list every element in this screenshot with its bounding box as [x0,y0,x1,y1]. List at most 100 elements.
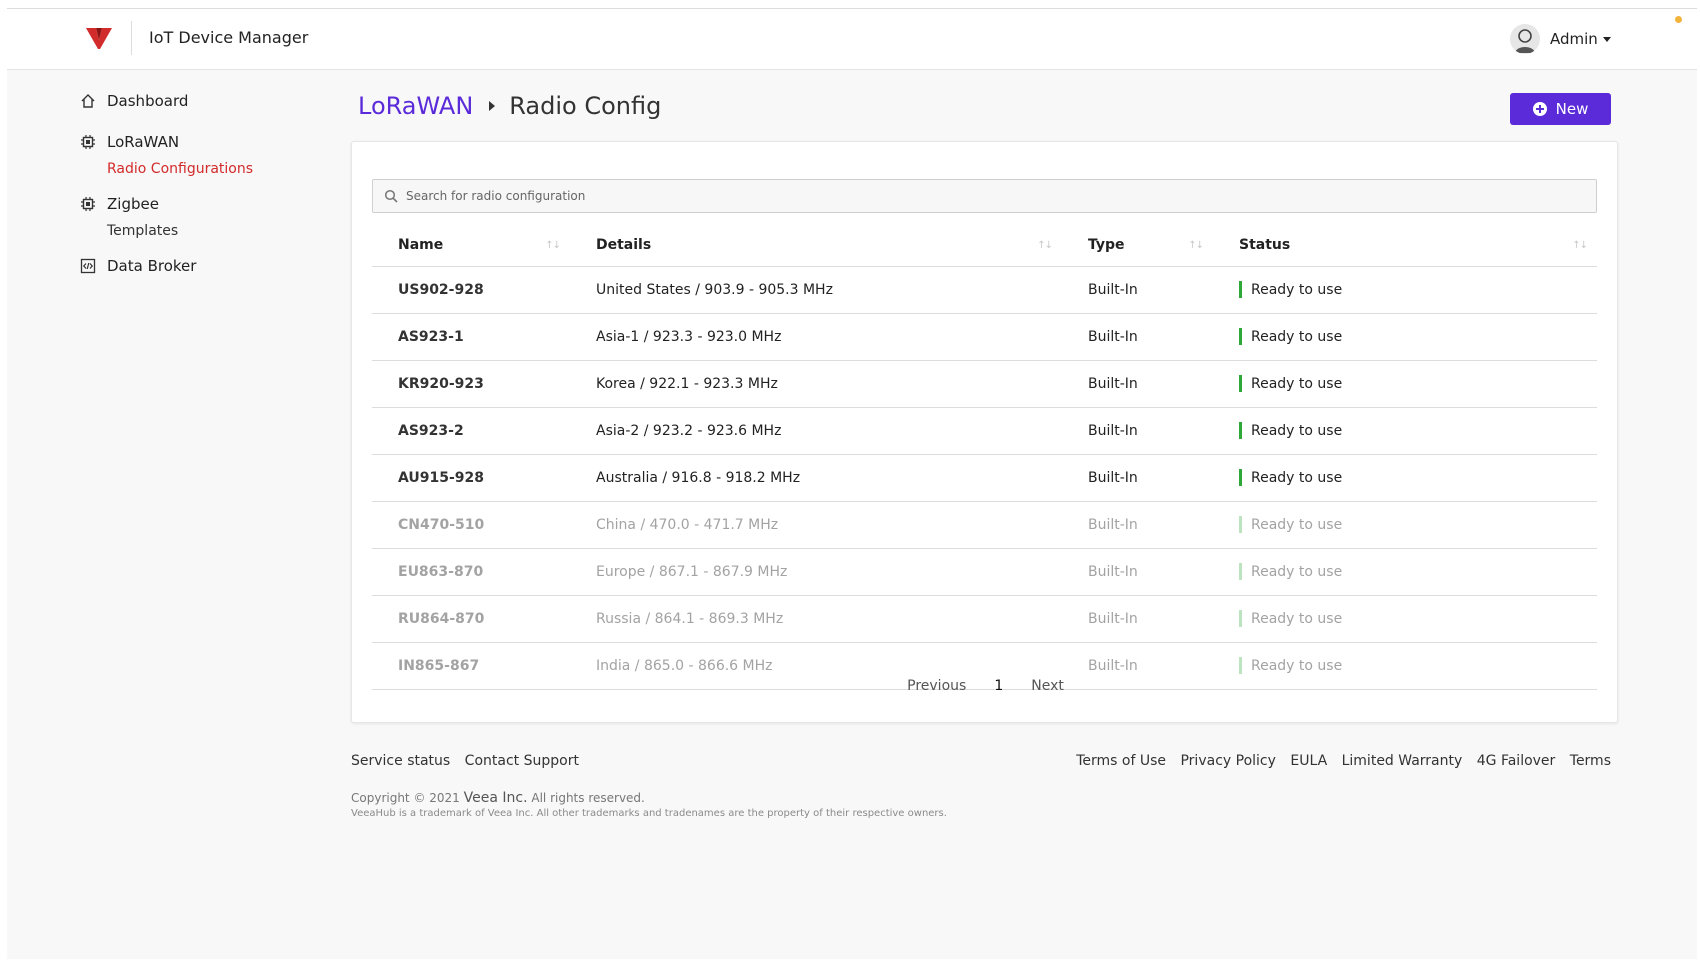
status-indicator [1239,516,1242,533]
footer-left-links: Service status Contact Support [351,753,589,769]
column-header-status[interactable]: Status ↑↓ [1213,224,1597,267]
sidebar-item-label: LoRaWAN [107,133,180,151]
sidebar-item-label: Dashboard [107,92,189,110]
chevron-down-icon [1602,36,1611,42]
footer-link-terms-of-use[interactable]: Terms of Use [1076,753,1166,769]
cell-type: Built-In [1062,548,1213,596]
table-row[interactable]: AS923-1 Asia-1 / 923.3 - 923.0 MHz Built-I… [372,313,1597,361]
column-header-label: Status [1239,236,1291,253]
column-header-label: Details [596,236,652,253]
status-indicator [1239,281,1242,298]
footer-link-4g-failover[interactable]: 4G Failover [1477,753,1556,769]
logo-divider [131,21,132,55]
veea-logo[interactable] [85,26,113,50]
table-row[interactable]: RU864-870 Russia / 864.1 - 869.3 MHz Built… [372,595,1597,643]
radio-config-card: Name ↑↓ Details ↑↓ Type ↑↓ Status ↑↓ US902-9… [351,141,1618,723]
table-row[interactable]: EU863-870 Europe / 867.1 - 867.9 MHz Built… [372,548,1597,596]
breadcrumb: LoRaWAN Radio Config [358,92,661,120]
sidebar-item-lorawan[interactable]: LoRaWAN [79,130,319,154]
sort-icon[interactable]: ↑↓ [1037,240,1053,251]
cell-details: Asia-2 / 923.2 - 923.6 MHz [570,407,1062,455]
cell-type: Built-In [1062,454,1213,502]
rights-text: All rights reserved. [531,791,645,805]
cell-name: CN470-510 [372,501,570,549]
sidebar-item-data-broker[interactable]: Data Broker [79,254,319,278]
table-row[interactable]: AS923-2 Asia-2 / 923.2 - 923.6 MHz Built-I… [372,407,1597,455]
sidebar-subitem-templates[interactable]: Templates [79,220,319,242]
column-header-name[interactable]: Name ↑↓ [372,224,570,267]
status-text: Ready to use [1251,422,1343,439]
breadcrumb-lorawan-link[interactable]: LoRaWAN [358,92,473,120]
table-row[interactable]: AU915-928 Australia / 916.8 - 918.2 MHz Bu… [372,454,1597,502]
footer-link-eula[interactable]: EULA [1290,753,1327,769]
current-page-number[interactable]: 1 [994,678,1003,694]
cell-status: Ready to use [1213,313,1597,361]
chip-icon [79,195,97,213]
cell-name: KR920-923 [372,360,570,408]
cell-status: Ready to use [1213,454,1597,502]
user-name: Admin [1550,30,1598,48]
column-header-type[interactable]: Type ↑↓ [1062,224,1213,267]
status-text: Ready to use [1251,469,1343,486]
footer-link-service-status[interactable]: Service status [351,753,450,769]
cell-details: Europe / 867.1 - 867.9 MHz [570,548,1062,596]
copyright-prefix: Copyright © 2021 [351,791,460,805]
status-text: Ready to use [1251,563,1343,580]
cell-name: AS923-1 [372,313,570,361]
notification-dot [1675,16,1682,23]
sort-icon[interactable]: ↑↓ [1572,240,1588,251]
footer-right-links: Terms of Use Privacy Policy EULA Limited… [1066,753,1611,769]
cell-status: Ready to use [1213,501,1597,549]
home-icon [79,92,97,110]
status-text: Ready to use [1251,375,1343,392]
sort-icon[interactable]: ↑↓ [1188,240,1204,251]
search-box[interactable] [372,179,1597,213]
top-bar: IoT Device Manager Admin [7,9,1697,70]
cell-type: Built-In [1062,313,1213,361]
column-header-label: Name [398,236,444,253]
column-header-details[interactable]: Details ↑↓ [570,224,1062,267]
previous-page-button[interactable]: Previous [907,678,966,694]
footer-link-privacy-policy[interactable]: Privacy Policy [1180,753,1275,769]
cell-status: Ready to use [1213,548,1597,596]
cell-details: Australia / 916.8 - 918.2 MHz [570,454,1062,502]
status-indicator [1239,469,1242,486]
sort-icon[interactable]: ↑↓ [545,240,561,251]
cell-type: Built-In [1062,266,1213,314]
cell-status: Ready to use [1213,595,1597,643]
copyright: Copyright © 2021 Veea Inc. All rights re… [351,790,645,806]
cell-status: Ready to use [1213,266,1597,314]
search-input[interactable] [406,189,1586,203]
cell-name: EU863-870 [372,548,570,596]
cell-name: AU915-928 [372,454,570,502]
cell-status: Ready to use [1213,360,1597,408]
plus-circle-icon [1532,102,1547,116]
app-title: IoT Device Manager [149,28,309,47]
chevron-right-icon [489,101,496,111]
cell-name: AS923-2 [372,407,570,455]
column-header-label: Type [1088,236,1125,253]
table-row[interactable]: US902-928 United States / 903.9 - 905.3 M… [372,266,1597,314]
sidebar-item-zigbee[interactable]: Zigbee [79,192,319,216]
cell-details: Korea / 922.1 - 923.3 MHz [570,360,1062,408]
new-button[interactable]: New [1510,93,1611,125]
status-indicator [1239,375,1242,392]
user-menu[interactable]: Admin [1510,21,1611,57]
footer-link-terms[interactable]: Terms [1570,753,1611,769]
status-indicator [1239,563,1242,580]
footer-link-limited-warranty[interactable]: Limited Warranty [1342,753,1463,769]
sidebar-item-dashboard[interactable]: Dashboard [79,89,319,113]
table-row[interactable]: KR920-923 Korea / 922.1 - 923.3 MHz Built-… [372,360,1597,408]
table-row[interactable]: CN470-510 China / 470.0 - 471.7 MHz Built-… [372,501,1597,549]
footer-link-contact-support[interactable]: Contact Support [465,753,579,769]
user-avatar-icon [1510,24,1540,54]
next-page-button[interactable]: Next [1031,678,1064,694]
status-text: Ready to use [1251,281,1343,298]
new-button-label: New [1555,100,1589,118]
status-indicator [1239,657,1242,674]
sidebar-item-label: Zigbee [107,195,159,213]
sidebar-subitem-radio-configurations[interactable]: Radio Configurations [79,158,319,180]
sidebar-item-label: Data Broker [107,257,197,275]
company-name: Veea Inc. [463,790,528,806]
cell-status: Ready to use [1213,407,1597,455]
